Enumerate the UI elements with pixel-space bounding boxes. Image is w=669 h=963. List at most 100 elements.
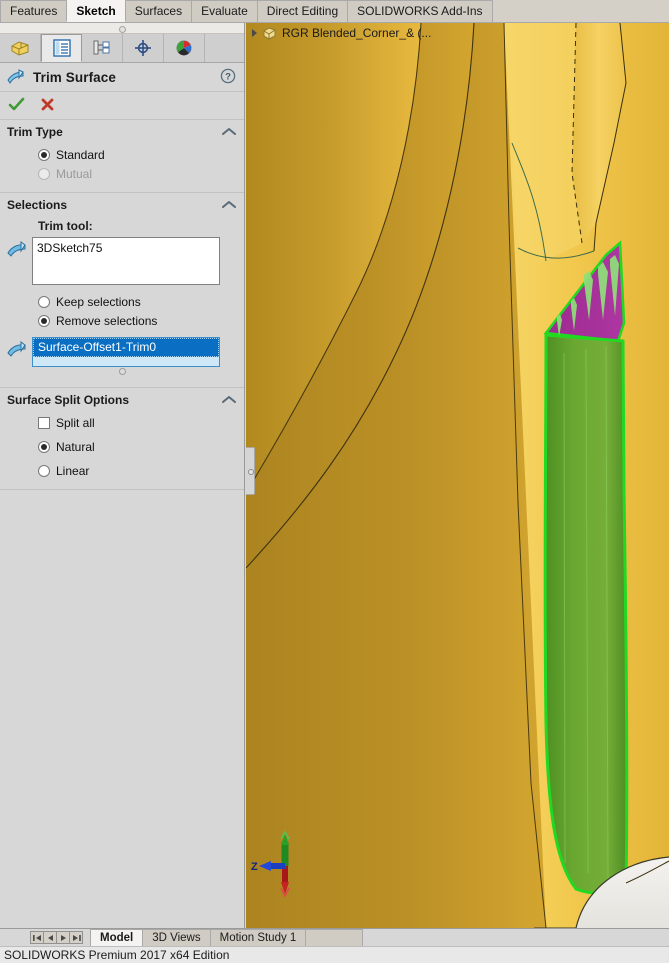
reference-triad[interactable]: Z [251, 830, 311, 903]
command-tab-direct-editing[interactable]: Direct Editing [257, 0, 348, 22]
triad-z-label: Z [251, 861, 258, 873]
trim-tool-label: Trim tool: [0, 218, 244, 235]
first-page-button[interactable] [30, 931, 44, 944]
section-header-surface-split-options[interactable]: Surface Split Options [0, 388, 244, 411]
radio-keep-dot [38, 296, 50, 308]
split-all-label: Split all [56, 416, 95, 430]
panel-splitter-handle[interactable] [246, 447, 255, 495]
manager-tab-strip [0, 34, 244, 63]
property-manager-tab[interactable] [41, 34, 82, 62]
radio-natural[interactable]: Natural [0, 437, 244, 456]
cancel-button[interactable] [40, 97, 55, 115]
chevron-up-icon[interactable] [222, 127, 236, 136]
feature-tree-label: RGR Blended_Corner_& (... [282, 26, 431, 40]
section-body-surface-split-options: Split all Natural Linear [0, 411, 244, 489]
help-button[interactable]: ? [220, 68, 236, 87]
radio-remove-label: Remove selections [56, 314, 157, 328]
next-page-icon [59, 934, 68, 942]
radio-mutual: Mutual [0, 164, 244, 183]
radio-natural-label: Natural [56, 440, 95, 454]
pieces-row: Surface-Offset1-Trim0 [0, 335, 244, 367]
section-surface-split-options: Surface Split Options Split all Natural [0, 388, 244, 490]
section-header-selections[interactable]: Selections [0, 193, 244, 216]
surface-selection-icon [6, 237, 32, 261]
chevron-up-icon[interactable] [222, 200, 236, 209]
command-tab-features[interactable]: Features [0, 0, 67, 22]
color-wheel-icon [174, 39, 194, 57]
document-tab-motion-study-1[interactable]: Motion Study 1 [210, 929, 307, 946]
document-tab-model[interactable]: Model [90, 929, 143, 946]
section-header-trim-type[interactable]: Trim Type [0, 120, 244, 143]
next-page-button[interactable] [56, 931, 70, 944]
section-selections: Selections Trim tool: [0, 193, 244, 388]
pieces-selected-item[interactable]: Surface-Offset1-Trim0 [33, 338, 219, 357]
radio-remove-dot [38, 315, 50, 327]
model-graphics [246, 23, 669, 928]
tab-nav-buttons [30, 931, 82, 944]
page-title: Trim Surface [33, 70, 116, 85]
panel-collapse-grip[interactable] [0, 23, 244, 34]
command-tab-evaluate[interactable]: Evaluate [191, 0, 258, 22]
ok-button[interactable] [8, 97, 25, 115]
status-bar-text: SOLIDWORKS Premium 2017 x64 Edition [4, 948, 229, 962]
section-title-trim-type: Trim Type [7, 125, 63, 139]
radio-linear-dot [38, 465, 50, 477]
feature-manager-tab[interactable] [0, 34, 41, 62]
radio-mutual-label: Mutual [56, 167, 92, 181]
red-x-icon [40, 97, 55, 112]
display-manager-tab[interactable] [164, 34, 205, 62]
radio-linear[interactable]: Linear [0, 461, 244, 480]
previous-page-button[interactable] [43, 931, 57, 944]
section-body-selections: Trim tool: 3DSketch75 [0, 216, 244, 387]
command-tab-surfaces[interactable]: Surfaces [125, 0, 192, 22]
graphics-viewport[interactable]: RGR Blended_Corner_& (... Z [246, 23, 669, 928]
property-manager-body: Trim Surface ? [0, 63, 244, 929]
radio-keep-selections[interactable]: Keep selections [0, 292, 244, 311]
document-tab-3d-views[interactable]: 3D Views [142, 929, 210, 946]
expand-triangle-icon[interactable] [252, 29, 257, 37]
checkbox-split-all[interactable]: Split all [0, 413, 244, 432]
command-tab-sketch[interactable]: Sketch [66, 0, 125, 22]
radio-remove-selections[interactable]: Remove selections [0, 311, 244, 330]
configuration-manager-tab[interactable] [82, 34, 123, 62]
blue-surface-icon [6, 341, 30, 358]
trim-tool-value: 3DSketch75 [37, 241, 102, 255]
pieces-listbox[interactable]: Surface-Offset1-Trim0 [32, 337, 220, 367]
dimxpert-manager-tab[interactable] [123, 34, 164, 62]
radio-standard[interactable]: Standard [0, 145, 244, 164]
blue-list-icon [52, 39, 72, 57]
feature-tree-root[interactable]: RGR Blended_Corner_& (... [250, 26, 431, 40]
property-manager-header: Trim Surface ? [0, 63, 244, 92]
first-page-icon [33, 934, 42, 942]
last-page-button[interactable] [69, 931, 83, 944]
command-tab-solidworks-add-ins[interactable]: SOLIDWORKS Add-Ins [347, 0, 492, 22]
trim-surface-icon [6, 69, 26, 86]
last-page-icon [72, 934, 81, 942]
solidworks-window: Features Sketch Surfaces Evaluate Direct… [0, 0, 669, 963]
yellow-block-icon [9, 39, 31, 57]
radio-mutual-dot [38, 168, 50, 180]
radio-linear-label: Linear [56, 464, 89, 478]
command-manager-tabbar: Features Sketch Surfaces Evaluate Direct… [0, 0, 669, 23]
chevron-up-icon[interactable] [222, 395, 236, 404]
property-manager-panel: Trim Surface ? [0, 23, 245, 928]
question-mark-icon: ? [220, 68, 236, 84]
green-check-icon [8, 97, 25, 112]
split-all-checkbox-box [38, 417, 50, 429]
status-bar: SOLIDWORKS Premium 2017 x64 Edition [0, 946, 669, 963]
section-body-trim-type: Standard Mutual [0, 143, 244, 192]
config-tree-icon [92, 39, 112, 57]
svg-text:?: ? [225, 71, 231, 82]
crosshair-icon [133, 39, 153, 57]
radio-keep-label: Keep selections [56, 295, 141, 309]
listbox-resize-grip[interactable] [0, 367, 244, 378]
document-tab-bar: Model 3D Views Motion Study 1 [0, 928, 669, 946]
confirm-row [0, 92, 244, 120]
radio-natural-dot [38, 441, 50, 453]
radio-standard-label: Standard [56, 148, 105, 162]
section-title-surface-split-options: Surface Split Options [7, 393, 129, 407]
part-document-icon [262, 26, 278, 40]
triad-axes: Z [251, 830, 311, 900]
trim-tool-listbox[interactable]: 3DSketch75 [32, 237, 220, 285]
pieces-selection-icon [6, 337, 32, 361]
